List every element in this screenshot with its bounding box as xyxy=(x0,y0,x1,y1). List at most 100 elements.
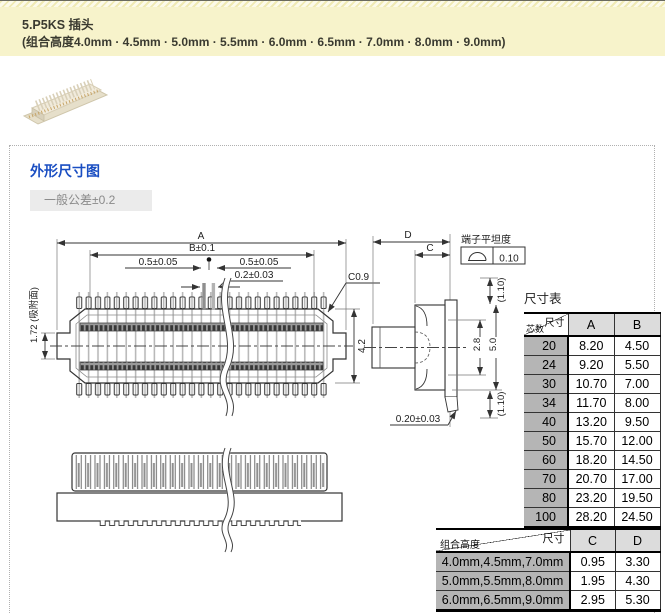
table-row: 6.0mm,6.5mm,9.0mm 2.95 5.30 xyxy=(436,590,661,611)
dim-suction-label: 1.72 (吸附面) xyxy=(28,287,40,343)
corner-label-size: 尺寸 xyxy=(542,533,565,545)
dim-a-cell: 11.70 xyxy=(567,393,615,413)
dim-a-cell: 8.20 xyxy=(567,335,615,356)
front-teeth xyxy=(98,520,301,527)
flatness-title: 端子平坦度 xyxy=(461,233,511,246)
dim-c-cell: 0.95 xyxy=(569,551,616,572)
dim-d-cell: 4.30 xyxy=(614,571,661,591)
pins-cell: 40 xyxy=(524,412,569,432)
dim-a-cell: 9.20 xyxy=(567,355,615,375)
dim-b-label: B±0.1 xyxy=(189,243,215,254)
contact-band-bottom xyxy=(80,362,323,370)
dim-d-cell: 3.30 xyxy=(614,551,661,572)
table-row: 30 10.70 7.00 xyxy=(524,374,661,394)
col-header-c: C xyxy=(569,528,616,553)
table-row: 80 23.20 19.50 xyxy=(524,488,661,508)
chamfer-label: C0.9 xyxy=(348,272,370,283)
front-ribs xyxy=(74,455,325,489)
dim-b-cell: 24.50 xyxy=(613,507,661,528)
outline-drawing: A B±0.1 0.5±0.05 0.5±0.05 0.2±0.03 C0.9 xyxy=(28,230,526,554)
dim-c-cell: 1.95 xyxy=(569,571,616,591)
pins-cell: 24 xyxy=(524,355,569,375)
dim-a-cell: 10.70 xyxy=(567,374,615,394)
dim-b-cell: 12.00 xyxy=(613,431,661,451)
dim-a-cell: 18.20 xyxy=(567,450,615,470)
tolerance-note: 一般公差±0.2 xyxy=(30,190,152,211)
dim-020-label: 0.20±0.03 xyxy=(396,414,441,425)
dim-b-cell: 5.50 xyxy=(613,355,661,375)
side-view: D C 端子平坦度 0.10 (1.10) 2.8 5.0 (1.10) 0.2… xyxy=(364,230,526,427)
corner-label-pins: 芯数 xyxy=(526,324,545,334)
dim-b-cell: 8.00 xyxy=(613,393,661,413)
dim-110-bottom-label: (1.10) xyxy=(496,392,507,417)
pins-cell: 60 xyxy=(524,450,569,470)
front-base xyxy=(56,492,343,522)
dim-a-cell: 15.70 xyxy=(567,431,615,451)
table-row: 20 8.20 4.50 xyxy=(524,335,661,356)
height-cell: 5.0mm,5.5mm,8.0mm xyxy=(436,571,571,591)
size-table: 尺寸 芯数 A B 20 8.20 4.50 24 9.20 5.50 30 10.70 7… xyxy=(524,312,661,529)
dim-b-cell: 7.00 xyxy=(613,374,661,394)
pins-cell: 80 xyxy=(524,488,569,508)
height-cell: 4.0mm,4.5mm,7.0mm xyxy=(436,551,571,572)
section-title: 外形尺寸图 xyxy=(30,163,100,179)
product-title: 5.P5KS 插头 xyxy=(22,18,94,32)
table-row: 5.0mm,5.5mm,8.0mm 1.95 4.30 xyxy=(436,571,661,591)
front-view xyxy=(56,446,343,554)
dim-c-cell: 2.95 xyxy=(569,590,616,611)
dim-a-cell: 13.20 xyxy=(567,412,615,432)
table-row: 34 11.70 8.00 xyxy=(524,393,661,413)
table-row: 40 13.20 9.50 xyxy=(524,412,661,432)
col-header-b: B xyxy=(613,312,661,337)
size-table-header: 尺寸 芯数 A B xyxy=(524,312,661,337)
dim-110-top-label: (1.10) xyxy=(496,278,507,303)
pins-cell: 20 xyxy=(524,335,569,356)
table-row: 4.0mm,4.5mm,7.0mm 0.95 3.30 xyxy=(436,551,661,572)
dim-28-label: 2.8 xyxy=(472,338,483,351)
dim-d-label: D xyxy=(404,230,411,241)
pin-row-bottom xyxy=(74,383,330,397)
dim-c-label: C xyxy=(426,243,433,254)
dim-a-cell: 28.20 xyxy=(567,507,615,528)
pin-row-top xyxy=(74,296,330,309)
dim-d-cell: 5.30 xyxy=(614,590,661,611)
dim-b-cell: 9.50 xyxy=(613,412,661,432)
height-table: 尺寸 组合高度 C D 4.0mm,4.5mm,7.0mm 0.95 3.30 5.… xyxy=(436,528,661,612)
pins-cell: 70 xyxy=(524,469,569,489)
dim-a-cell: 20.70 xyxy=(567,469,615,489)
dim-a-cell: 23.20 xyxy=(567,488,615,508)
table-row: 50 15.70 12.00 xyxy=(524,431,661,451)
product-subtitle: (组合高度4.0mm · 4.5mm · 5.0mm · 5.5mm · 6.0… xyxy=(22,35,506,49)
dim-half-right-label: 0.5±0.05 xyxy=(240,257,279,268)
dim-42-label: 4.2 xyxy=(357,339,368,353)
dim-gap-label: 0.2±0.03 xyxy=(235,270,274,281)
dim-b-cell: 17.00 xyxy=(613,469,661,489)
size-table-corner-cell: 尺寸 芯数 xyxy=(524,312,569,337)
table-row: 60 18.20 14.50 xyxy=(524,450,661,470)
table-row: 100 28.20 24.50 xyxy=(524,507,661,528)
table-row: 70 20.70 17.00 xyxy=(524,469,661,489)
pins-cell: 30 xyxy=(524,374,569,394)
col-header-d: D xyxy=(614,528,661,553)
height-table-header: 尺寸 组合高度 C D xyxy=(436,528,661,553)
datasheet-page: 5.P5KS 插头 (组合高度4.0mm · 4.5mm · 5.0mm · 5… xyxy=(0,0,665,613)
corner-label-height: 组合高度 xyxy=(440,540,480,551)
table-row: 24 9.20 5.50 xyxy=(524,355,661,375)
dim-b-cell: 19.50 xyxy=(613,488,661,508)
corner-label-size: 尺寸 xyxy=(544,318,565,329)
height-cell: 6.0mm,6.5mm,9.0mm xyxy=(436,590,571,611)
size-table-title: 尺寸表 xyxy=(524,292,562,306)
height-table-corner-cell: 尺寸 组合高度 xyxy=(436,528,571,553)
dim-b-cell: 14.50 xyxy=(613,450,661,470)
dim-50-label: 5.0 xyxy=(488,338,499,351)
top-view: A B±0.1 0.5±0.05 0.5±0.05 0.2±0.03 C0.9 xyxy=(28,231,380,418)
col-header-a: A xyxy=(567,312,615,337)
top-hatch-band xyxy=(0,0,665,7)
pins-cell: 100 xyxy=(524,507,569,528)
contact-band-top xyxy=(80,323,323,331)
page-header: 5.P5KS 插头 (组合高度4.0mm · 4.5mm · 5.0mm · 5… xyxy=(0,7,665,56)
product-photo xyxy=(22,78,109,125)
flatness-value: 0.10 xyxy=(499,254,519,265)
dim-a-label: A xyxy=(198,231,205,242)
pins-cell: 50 xyxy=(524,431,569,451)
